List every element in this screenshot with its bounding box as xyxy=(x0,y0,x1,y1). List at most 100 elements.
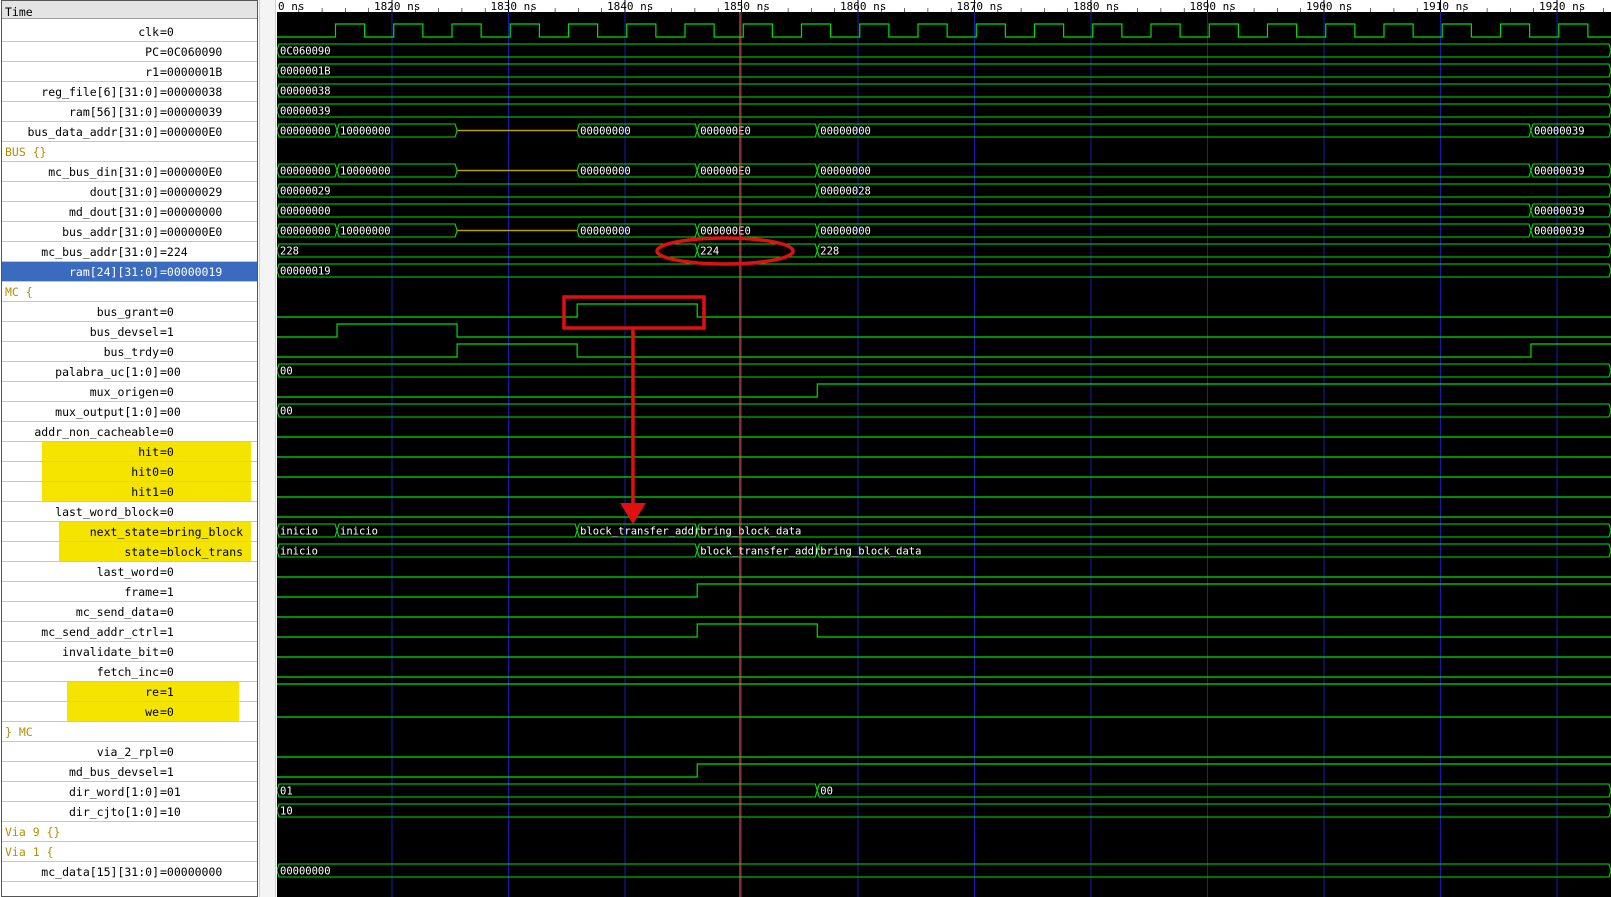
signal-row[interactable]: ram[56][31:0] =00000039 xyxy=(2,102,257,122)
panel-splitter[interactable] xyxy=(259,0,276,897)
signal-row[interactable]: hit =0 xyxy=(2,442,257,462)
signal-value: =000000E0 xyxy=(160,225,223,239)
bus-value: 01 xyxy=(280,786,293,798)
bus-value: 00 xyxy=(280,406,293,418)
ruler-label: 1920 ns xyxy=(1539,0,1585,13)
signal-row[interactable]: addr_non_cacheable =0 xyxy=(2,422,257,442)
signal-row[interactable]: state =block_trans xyxy=(2,542,257,562)
signal-name: addr_non_cacheable xyxy=(34,425,159,439)
signal-name: state xyxy=(124,545,159,559)
signal-name: mc_data[15][31:0] xyxy=(41,865,159,879)
ruler-label: 1890 ns xyxy=(1190,0,1236,13)
signal-row[interactable]: mux_origen =0 xyxy=(2,382,257,402)
signal-name: mux_origen xyxy=(89,385,159,399)
signal-name: bus_trdy xyxy=(103,345,159,359)
signal-row[interactable]: dir_word[1:0] =01 xyxy=(2,782,257,802)
signal-name-panel: Time clk =0 PC =0C060090 r1 =0000001B reg_file… xyxy=(0,0,260,897)
signal-name: palabra_uc[1:0] xyxy=(55,365,159,379)
bus-value: 224 xyxy=(700,246,719,258)
signal-row[interactable]: hit1 =0 xyxy=(2,482,257,502)
bus-segment xyxy=(816,223,1532,238)
bus-value: inicio xyxy=(340,526,378,538)
bit-wave xyxy=(277,623,1611,638)
signal-row[interactable]: dir_cjto[1:0] =10 xyxy=(2,802,257,822)
signal-row[interactable]: palabra_uc[1:0] =00 xyxy=(2,362,257,382)
signal-row[interactable]: ram[24][31:0] =00000019 xyxy=(2,262,257,282)
bus-value: 00000039 xyxy=(1534,166,1585,178)
signal-value: =0 xyxy=(160,425,174,439)
signal-row[interactable]: mc_data[15][31:0] =00000000 xyxy=(2,862,257,882)
signal-row[interactable]: fetch_inc =0 xyxy=(2,662,257,682)
signal-row[interactable]: bus_trdy =0 xyxy=(2,342,257,362)
ruler-label: 1870 ns xyxy=(957,0,1003,13)
signal-value: =00000000 xyxy=(160,205,223,219)
waveforms: 0C0600900000001B000000380000003900000000… xyxy=(277,23,1611,878)
signal-row[interactable]: frame =1 xyxy=(2,582,257,602)
signal-group[interactable]: } MC xyxy=(2,722,257,742)
signal-row[interactable]: invalidate_bit =0 xyxy=(2,642,257,662)
signal-value: =0C060090 xyxy=(160,45,223,59)
waveform-viewer[interactable]: 0 ns 1820 ns 1830 ns 1840 ns 1850 ns 1860 ns 1… xyxy=(277,0,1611,897)
bus-value: 00000000 xyxy=(820,126,871,138)
bus-segment xyxy=(816,123,1532,138)
signal-group[interactable]: Via 1 { xyxy=(2,842,257,862)
signal-group[interactable]: Via 9 {} xyxy=(2,822,257,842)
bus-value: 00 xyxy=(820,786,833,798)
signal-row[interactable]: we =0 xyxy=(2,702,257,722)
waveform-canvas[interactable]: 0 ns 1820 ns 1830 ns 1840 ns 1850 ns 1860 ns 1… xyxy=(277,0,1611,897)
signal-row[interactable]: mc_send_data =0 xyxy=(2,602,257,622)
signal-value: =0 xyxy=(160,485,174,499)
signal-row[interactable]: re =1 xyxy=(2,682,257,702)
bit-wave xyxy=(277,343,1611,358)
signal-row[interactable]: r1 =0000001B xyxy=(2,62,257,82)
bus-value: 00000039 xyxy=(1534,226,1585,238)
signal-row[interactable]: PC =0C060090 xyxy=(2,42,257,62)
signal-row[interactable]: reg_file[6][31:0] =00000038 xyxy=(2,82,257,102)
signal-row[interactable]: next_state =bring_block xyxy=(2,522,257,542)
bus-segment xyxy=(816,183,1611,198)
signal-row[interactable]: mux_output[1:0] =00 xyxy=(2,402,257,422)
signal-row[interactable]: dout[31:0] =00000029 xyxy=(2,182,257,202)
signal-value: =10 xyxy=(160,805,181,819)
signal-value: =0 xyxy=(160,445,174,459)
bus-value: 00000019 xyxy=(280,266,331,278)
signal-value: =block_trans xyxy=(160,545,244,559)
signal-row[interactable]: mc_bus_din[31:0] =000000E0 xyxy=(2,162,257,182)
signal-row[interactable]: clk =0 xyxy=(2,22,257,42)
time-ruler: 0 ns 1820 ns 1830 ns 1840 ns 1850 ns 1860 ns 1… xyxy=(277,0,1611,13)
signal-row[interactable]: hit0 =0 xyxy=(2,462,257,482)
signal-name: md_bus_devsel xyxy=(68,765,159,779)
signal-group[interactable]: MC { xyxy=(2,282,257,302)
bit-wave xyxy=(277,763,1611,778)
signal-row[interactable]: bus_data_addr[31:0] =000000E0 xyxy=(2,122,257,142)
ruler-label: 0 ns xyxy=(278,0,305,13)
signal-row[interactable]: bus_devsel =1 xyxy=(2,322,257,342)
signal-row[interactable]: mc_bus_addr[31:0] =224 xyxy=(2,242,257,262)
bus-segment xyxy=(816,243,1611,258)
signal-value: =0000001B xyxy=(160,65,223,79)
bus-value: inicio xyxy=(280,526,318,538)
signal-row[interactable]: bus_addr[31:0] =000000E0 xyxy=(2,222,257,242)
bus-segment xyxy=(277,103,1611,118)
bus-value: 00000028 xyxy=(820,186,871,198)
signal-name: md_dout[31:0] xyxy=(68,205,159,219)
signal-row[interactable]: md_bus_devsel =1 xyxy=(2,762,257,782)
signal-name: bus_addr[31:0] xyxy=(62,225,159,239)
signal-row[interactable]: last_word =0 xyxy=(2,562,257,582)
signal-row[interactable]: last_word_block =0 xyxy=(2,502,257,522)
ruler-label: 1850 ns xyxy=(724,0,770,13)
signal-name: dir_word[1:0] xyxy=(68,785,159,799)
signal-row[interactable]: via_2_rpl =0 xyxy=(2,742,257,762)
signal-name: bus_data_addr[31:0] xyxy=(27,125,159,139)
bus-segment xyxy=(277,63,1611,78)
signal-value: =0 xyxy=(160,745,174,759)
signal-row[interactable]: md_dout[31:0] =00000000 xyxy=(2,202,257,222)
time-column-header[interactable]: Time xyxy=(2,1,257,19)
signal-value: =00 xyxy=(160,365,181,379)
signal-row[interactable]: mc_send_addr_ctrl =1 xyxy=(2,622,257,642)
signal-row[interactable]: bus_grant =0 xyxy=(2,302,257,322)
bus-value: 228 xyxy=(280,246,299,258)
signal-group[interactable]: BUS {} xyxy=(2,142,257,162)
signal-value: =0 xyxy=(160,465,174,479)
bus-value: bring_block_data xyxy=(820,546,921,558)
